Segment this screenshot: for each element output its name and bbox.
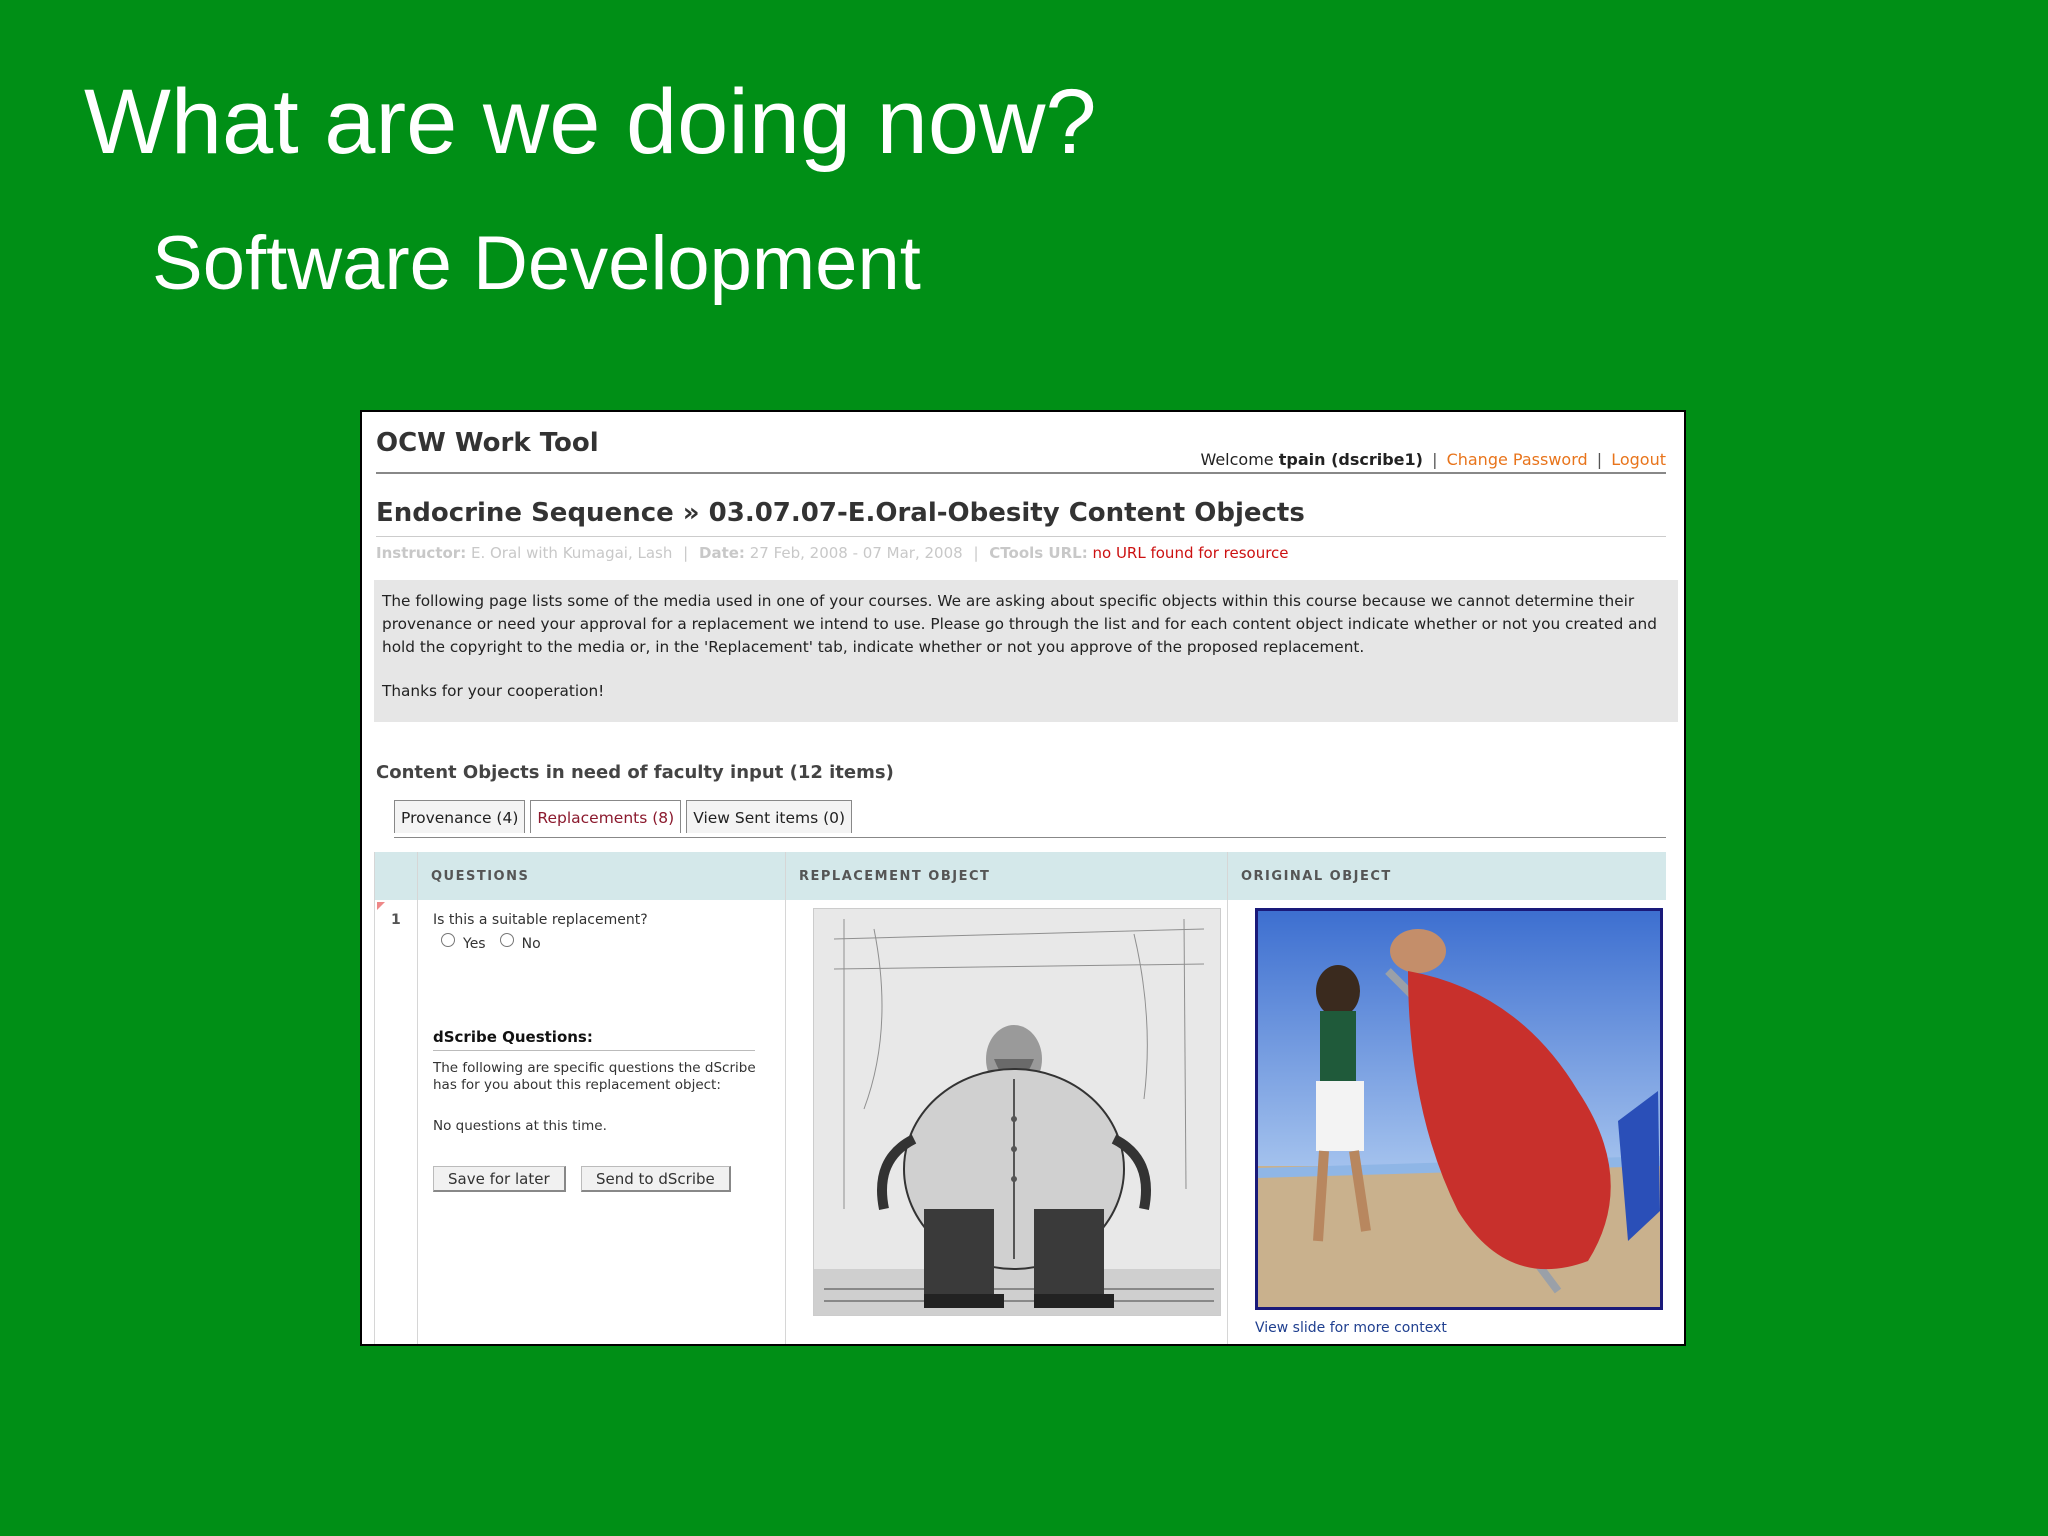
tab-bar: Provenance (4) Replacements (8) View Sen… [394, 800, 857, 833]
instructor-label: Instructor: [376, 544, 467, 562]
save-for-later-button[interactable]: Save for later [433, 1166, 566, 1192]
header-divider [376, 472, 1666, 474]
column-divider [417, 852, 418, 1344]
slide-subtitle: Software Development [152, 221, 921, 306]
ctools-label: CTools URL: [989, 544, 1088, 562]
dscribe-description: The following are specific questions the… [433, 1060, 756, 1093]
change-password-link[interactable]: Change Password [1447, 450, 1588, 469]
dscribe-divider [433, 1050, 755, 1051]
date-value: 27 Feb, 2008 - 07 Mar, 2008 [749, 544, 963, 562]
ctools-value: no URL found for resource [1092, 544, 1289, 562]
radio-yes-label: Yes [463, 936, 486, 952]
radio-no-label: No [521, 936, 541, 952]
title-divider [376, 536, 1666, 537]
intro-box: The following page lists some of the med… [374, 580, 1678, 722]
logout-link[interactable]: Logout [1611, 450, 1666, 469]
beach-photo [1258, 911, 1660, 1307]
header-original: ORIGINAL OBJECT [1241, 869, 1392, 884]
table-header: QUESTIONS REPLACEMENT OBJECT ORIGINAL OB… [375, 852, 1666, 900]
tab-view-sent[interactable]: View Sent items (0) [686, 800, 853, 833]
course-meta: Instructor: E. Oral with Kumagai, Lash |… [376, 544, 1289, 562]
instructor-value: E. Oral with Kumagai, Lash [470, 544, 673, 562]
send-to-dscribe-button[interactable]: Send to dScribe [581, 1166, 731, 1192]
dscribe-title: dScribe Questions: [433, 1028, 593, 1046]
welcome-label: Welcome [1200, 450, 1274, 469]
ocw-screenshot: OCW Work Tool Welcome tpain (dscribe1) |… [360, 410, 1686, 1346]
column-divider [785, 852, 786, 1344]
separator: | [1432, 450, 1438, 469]
content-table: QUESTIONS REPLACEMENT OBJECT ORIGINAL OB… [374, 852, 1666, 1344]
view-slide-link[interactable]: View slide for more context [1255, 1320, 1447, 1336]
column-divider [1227, 852, 1228, 1344]
separator: | [973, 544, 979, 562]
radio-yes[interactable] [441, 933, 455, 947]
separator: | [683, 544, 689, 562]
app-title: OCW Work Tool [376, 428, 599, 458]
dscribe-none: No questions at this time. [433, 1118, 607, 1134]
row-flag-icon [377, 902, 385, 910]
replacement-image[interactable] [813, 908, 1221, 1316]
row-number: 1 [391, 912, 401, 928]
intro-paragraph: The following page lists some of the med… [382, 592, 1657, 656]
tabs-divider [394, 837, 1666, 838]
question-text: Is this a suitable replacement? [433, 912, 648, 928]
slide-title: What are we doing now? [84, 71, 1097, 173]
header-replacement: REPLACEMENT OBJECT [799, 869, 991, 884]
answer-options: Yes No [441, 933, 555, 952]
separator: | [1596, 450, 1603, 469]
page-title: Endocrine Sequence » 03.07.07-E.Oral-Obe… [376, 498, 1305, 528]
user-bar: Welcome tpain (dscribe1) | Change Passwo… [1200, 450, 1666, 469]
intro-thanks: Thanks for your cooperation! [382, 682, 605, 700]
section-title: Content Objects in need of faculty input… [376, 762, 894, 783]
date-label: Date: [699, 544, 745, 562]
header-questions: QUESTIONS [431, 869, 530, 884]
username: tpain (dscribe1) [1278, 450, 1423, 469]
tab-replacements[interactable]: Replacements (8) [530, 800, 682, 833]
tab-provenance[interactable]: Provenance (4) [394, 800, 526, 833]
radio-no[interactable] [499, 933, 514, 947]
original-image[interactable] [1255, 908, 1663, 1310]
engraving-illustration [814, 909, 1220, 1315]
